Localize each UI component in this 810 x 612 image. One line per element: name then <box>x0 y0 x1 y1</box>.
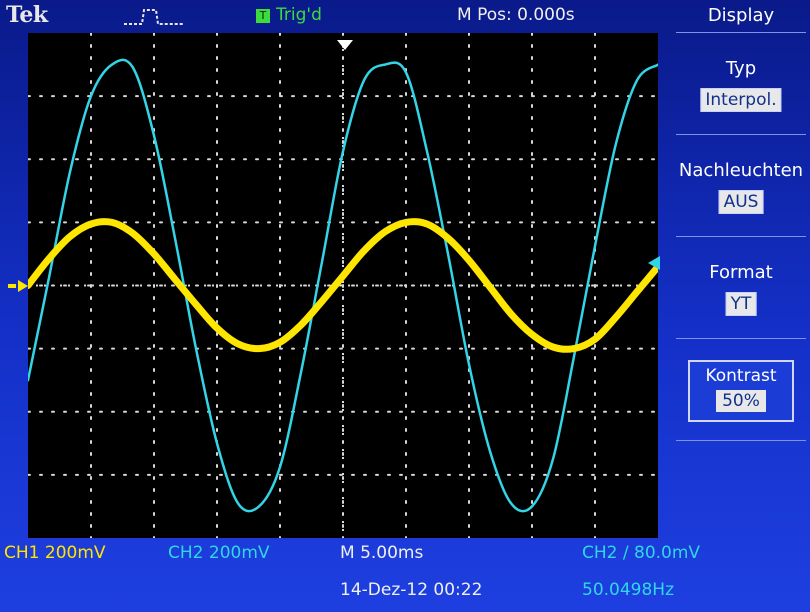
brand-logo: Tek <box>6 2 48 28</box>
ch1-scale-readout: CH1 200mV <box>4 543 106 563</box>
menu-item-nachleuchten-value[interactable]: AUS <box>718 190 764 214</box>
acquisition-pulse-icon <box>124 9 184 25</box>
menu-divider <box>676 440 806 441</box>
menu-item-kontrast-value: 50% <box>716 390 766 412</box>
menu-item-format-label[interactable]: Format <box>672 262 810 283</box>
trigger-position-marker-icon <box>337 40 353 50</box>
ch1-ground-marker-icon <box>8 280 28 292</box>
waveform-svg <box>24 32 662 539</box>
main-position: M Pos: 0.000s <box>457 5 575 25</box>
trigger-level-readout: CH2 ∕ 80.0mV <box>582 543 701 563</box>
ch2-scale-readout: CH2 200mV <box>168 543 270 563</box>
menu-item-typ-label[interactable]: Typ <box>672 58 810 79</box>
menu-divider <box>676 236 806 237</box>
display-menu: Display Typ Interpol. Nachleuchten AUS F… <box>672 0 810 612</box>
trigger-icon: T <box>256 9 270 23</box>
menu-item-format-value[interactable]: YT <box>725 292 757 316</box>
oscilloscope-screen: Tek T Trig'd M Pos: 0.000s Display Typ In… <box>0 0 810 612</box>
menu-item-kontrast[interactable]: Kontrast 50% <box>688 360 794 422</box>
trigger-level-marker-icon <box>648 256 660 270</box>
status-bar: Tek T Trig'd M Pos: 0.000s <box>0 0 672 30</box>
menu-item-nachleuchten-label[interactable]: Nachleuchten <box>672 160 810 181</box>
menu-divider <box>676 32 806 33</box>
trigger-status-label: Trig'd <box>276 5 322 25</box>
menu-item-typ-value[interactable]: Interpol. <box>700 88 782 112</box>
menu-title: Display <box>707 5 775 26</box>
menu-divider <box>676 134 806 135</box>
trigger-status: T Trig'd <box>256 5 322 25</box>
date-time-readout: 14-Dez-12 00:22 <box>340 580 483 600</box>
frequency-readout: 50.0498Hz <box>582 580 675 600</box>
menu-item-kontrast-label: Kontrast <box>705 366 777 386</box>
timebase-readout: M 5.00ms <box>340 543 424 563</box>
menu-divider <box>676 338 806 339</box>
waveform-display <box>24 32 662 539</box>
